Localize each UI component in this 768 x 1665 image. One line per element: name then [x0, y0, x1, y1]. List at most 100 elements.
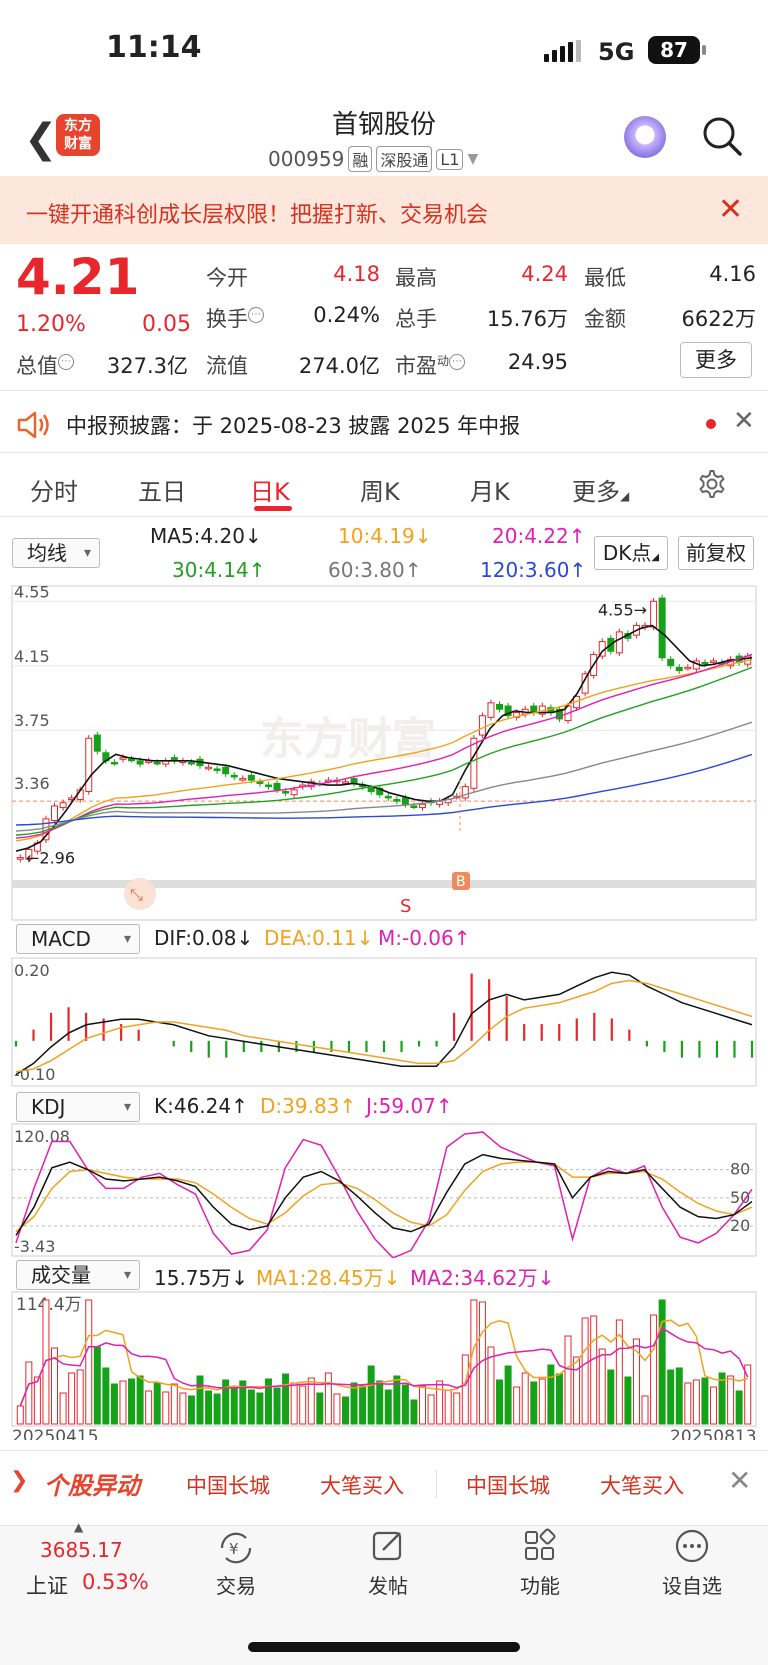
kdj-select[interactable]: KDJ: [16, 1092, 140, 1122]
candle-body: [487, 702, 495, 718]
open-label: 今开: [206, 266, 248, 290]
volume-bar: [436, 1380, 444, 1425]
candle-body: [684, 666, 692, 670]
volume-bar: [735, 1390, 743, 1425]
candle-body: [51, 805, 59, 821]
k-label: K:46.24↑: [154, 1094, 248, 1118]
info-icon[interactable]: ⋯: [449, 354, 466, 370]
low-label: 最低: [584, 266, 626, 290]
candle-body: [93, 734, 101, 752]
candlestick-chart[interactable]: 4.55 4.15 3.75 3.36 东方财富 4.55→ ←2.96 B S ⤡: [0, 584, 768, 924]
candle-body: [667, 658, 675, 667]
gear-icon[interactable]: [696, 468, 728, 500]
amount-label: 金额: [584, 307, 626, 331]
vol-ma2-label: MA2:34.62万↓: [410, 1266, 555, 1290]
mktcap-label[interactable]: 总值 ⋯: [16, 350, 74, 380]
kdj-tick: 50: [730, 1188, 750, 1207]
info-icon[interactable]: ⋯: [58, 354, 74, 370]
candle-body: [530, 705, 538, 713]
volume-bar: [256, 1392, 264, 1425]
more-button[interactable]: 更多: [680, 342, 752, 378]
macd-chart[interactable]: 0.20-0.10: [0, 956, 768, 1088]
trade-icon[interactable]: ¥: [216, 1530, 256, 1566]
post-icon[interactable]: [370, 1528, 406, 1564]
candle-body: [290, 789, 298, 796]
volume-bar: [675, 1367, 683, 1425]
volume-bar: [76, 1369, 84, 1425]
candle-body: [222, 766, 230, 775]
volume-bar: [650, 1314, 658, 1425]
turnover-value: 0.24%: [313, 303, 380, 327]
dk-point-button[interactable]: DK点◢: [594, 536, 668, 570]
volume-chart[interactable]: 114.4万 20250415 20250813: [0, 1290, 768, 1440]
volume-bar: [102, 1367, 110, 1425]
candle-body: [205, 766, 213, 770]
volume-bar: [273, 1387, 281, 1425]
volume-select[interactable]: 成交量: [16, 1260, 140, 1290]
kdj-tick: -3.43: [14, 1237, 55, 1256]
j-label: J:59.07↑: [366, 1094, 453, 1118]
volume-bar: [470, 1299, 478, 1425]
candle-body: [230, 774, 238, 778]
volume-bar: [170, 1383, 178, 1425]
close-icon[interactable]: ✕: [718, 192, 743, 227]
tab-more[interactable]: 更多◢: [572, 472, 629, 507]
promo-banner-text[interactable]: 一键开通科创成长层权限！把握打新、交易机会: [26, 197, 488, 229]
ma120-label: 120:3.60↑: [480, 558, 587, 582]
battery-icon: 87: [648, 36, 700, 64]
tab-monthly-k[interactable]: 月K: [470, 472, 510, 507]
index-value[interactable]: 3685.17: [40, 1538, 123, 1562]
index-percent[interactable]: 0.53%: [82, 1570, 149, 1594]
pe-label[interactable]: 市盈动 ⋯: [395, 350, 466, 380]
chevron-down-icon[interactable]: ❯: [10, 1468, 28, 1493]
tab-intraday[interactable]: 分时: [30, 472, 78, 507]
volume-bar: [376, 1380, 384, 1425]
index-name[interactable]: 上证: [26, 1570, 68, 1600]
divider: [0, 516, 768, 517]
low-marker: ←2.96: [26, 849, 75, 868]
amount-value: 6622万: [681, 307, 756, 331]
tab-daily-k[interactable]: 日K: [250, 472, 290, 507]
ma-select[interactable]: 均线: [12, 538, 100, 568]
marquee-item[interactable]: 中国长城: [186, 1470, 270, 1500]
tab-five-day[interactable]: 五日: [138, 472, 186, 507]
macd-select[interactable]: MACD: [16, 924, 140, 954]
speaker-icon: [17, 411, 49, 439]
announcement-text[interactable]: 中报预披露：于 2025-08-23 披露 2025 年中报: [66, 410, 520, 440]
volume-bar: [504, 1365, 512, 1425]
nav-post[interactable]: 发帖: [338, 1570, 438, 1599]
y-tick-label: 4.55: [14, 584, 50, 601]
marquee-item[interactable]: 中国长城: [466, 1470, 550, 1500]
volume-bar: [16, 1405, 24, 1425]
more-dots-icon[interactable]: [674, 1528, 710, 1564]
x-tick-start: 20250415: [12, 1427, 99, 1440]
candle-body: [650, 600, 658, 628]
low-value: 4.16: [709, 262, 756, 286]
nav-trade[interactable]: 交易: [186, 1570, 286, 1599]
marquee-item[interactable]: 大笔买入: [600, 1470, 684, 1500]
volume-bar: [590, 1315, 598, 1425]
dea-line: [15, 979, 753, 1073]
float-label: 流值: [206, 354, 248, 378]
candle-body: [709, 660, 717, 663]
candle-body: [85, 737, 93, 792]
volume-bar: [119, 1380, 127, 1425]
candle-body: [341, 781, 349, 784]
apps-icon[interactable]: [522, 1528, 558, 1564]
turnover-label[interactable]: 换手 ⋯: [206, 303, 264, 333]
close-icon[interactable]: ✕: [733, 406, 755, 436]
candle-body: [384, 795, 392, 799]
tab-weekly-k[interactable]: 周K: [360, 472, 400, 507]
adjust-button[interactable]: 前复权: [678, 536, 754, 570]
close-icon[interactable]: ✕: [728, 1464, 751, 1497]
nav-functions[interactable]: 功能: [490, 1570, 590, 1599]
info-icon[interactable]: ⋯: [248, 307, 264, 323]
kdj-chart[interactable]: 120.08 80 50 20 -3.43: [0, 1122, 768, 1258]
search-icon[interactable]: [700, 114, 744, 158]
marquee-item[interactable]: 大笔买入: [320, 1470, 404, 1500]
y-tick-label: 3.36: [14, 774, 50, 793]
robot-assistant-icon[interactable]: [624, 116, 666, 158]
stock-code-line[interactable]: 000959 融 深股通 L1 ▼: [268, 146, 478, 172]
nav-add-watchlist[interactable]: 设自选: [642, 1570, 742, 1599]
open-value: 4.18: [333, 262, 380, 286]
